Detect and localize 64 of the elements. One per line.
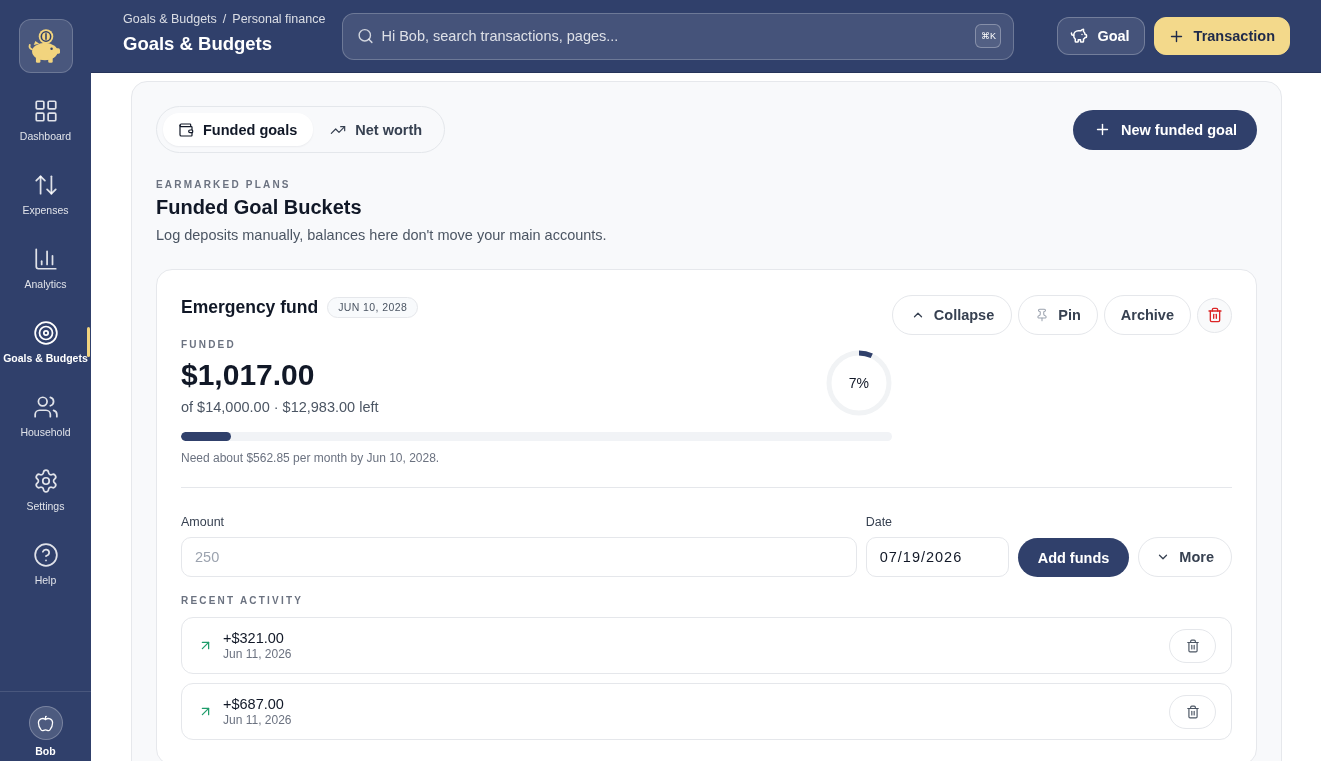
section-title: Funded Goal Buckets	[156, 195, 363, 220]
breadcrumb-link[interactable]: Personal finance	[232, 12, 326, 27]
piggy-bank-logo[interactable]	[18, 19, 73, 73]
delete-button[interactable]	[1197, 297, 1232, 333]
grid-icon	[32, 98, 59, 124]
field-label: Amount	[181, 514, 226, 530]
trash-icon	[1185, 704, 1200, 719]
activity-date: Jun 11, 2026	[223, 713, 292, 728]
date-badge: JUN 10, 2028	[327, 296, 419, 318]
pin-button[interactable]: Pin	[1018, 295, 1098, 335]
more-button[interactable]: More	[1138, 537, 1232, 577]
section-eyebrow: EARMARKED PLANS	[156, 178, 292, 192]
breadcrumb-link[interactable]: Goals & Budgets	[123, 12, 217, 27]
plus-icon	[1094, 121, 1111, 138]
piggy-bank-icon	[1070, 27, 1089, 45]
settings-icon	[32, 468, 59, 494]
add-goal-button[interactable]: Goal	[1057, 17, 1145, 55]
date-input[interactable]: 07/19/2026	[865, 537, 1009, 577]
amount-input[interactable]: 250	[181, 537, 857, 577]
nav-item[interactable]: Expenses	[0, 157, 91, 231]
progress-ring	[825, 350, 892, 416]
tab[interactable]: Funded goals	[163, 113, 314, 146]
user-name: Bob	[35, 745, 56, 757]
goal-name: Emergency fund	[181, 296, 319, 318]
trash-icon	[1206, 307, 1223, 323]
nav-item[interactable]: Household	[0, 379, 91, 453]
new-goal-button[interactable]: New funded goal	[1073, 109, 1257, 150]
field-label: Date	[865, 514, 894, 530]
wallet-icon	[178, 121, 194, 138]
page-title: Goals & Budgets	[123, 32, 274, 55]
pin-icon	[1035, 308, 1050, 322]
funded-label: FUNDED	[181, 338, 237, 352]
funded-amount: $1,017.00	[181, 357, 316, 393]
collapse-button[interactable]: Collapse	[891, 295, 1013, 335]
arrows-up-down-icon	[32, 172, 59, 198]
delete-button[interactable]	[1169, 628, 1216, 663]
activity-heading: RECENT ACTIVITY	[181, 594, 305, 608]
shortcut-key: ⌘K	[975, 24, 1002, 48]
help-icon	[32, 542, 59, 568]
nav-item[interactable]: Settings	[0, 453, 91, 527]
search-icon	[357, 27, 375, 45]
users-icon	[32, 394, 59, 420]
percent-label: 7%	[848, 375, 869, 391]
nav-item[interactable]: Analytics	[0, 231, 91, 305]
activity-date: Jun 11, 2026	[223, 647, 292, 662]
activity-amount: +$321.00	[223, 629, 284, 647]
add-transaction-button[interactable]: Transaction	[1153, 17, 1290, 55]
add-funds-button[interactable]: Add funds	[1017, 538, 1130, 577]
apple-icon[interactable]	[28, 706, 63, 740]
nav-item[interactable]: Goals & Budgets	[0, 305, 91, 379]
tab[interactable]: Net worth	[315, 113, 439, 146]
active-indicator	[87, 327, 90, 357]
delete-button[interactable]	[1169, 694, 1216, 729]
goal-hint: Need about $562.85 per month by Jun 10, 2028.	[181, 450, 441, 466]
archive-button[interactable]: Archive	[1103, 295, 1191, 335]
breadcrumb-separator: /	[222, 12, 227, 27]
target-icon	[32, 320, 59, 346]
nav-item[interactable]: Help	[0, 527, 91, 601]
section-description: Log deposits manually, balances here don't move your main accounts.	[156, 226, 608, 245]
bar-chart-icon	[32, 246, 59, 272]
goal-summary: of $14,000.00 · $12,983.00 left	[181, 398, 379, 417]
nav-item[interactable]: Dashboard	[0, 83, 91, 157]
trash-icon	[1185, 638, 1200, 653]
activity-amount: +$687.00	[223, 695, 284, 713]
